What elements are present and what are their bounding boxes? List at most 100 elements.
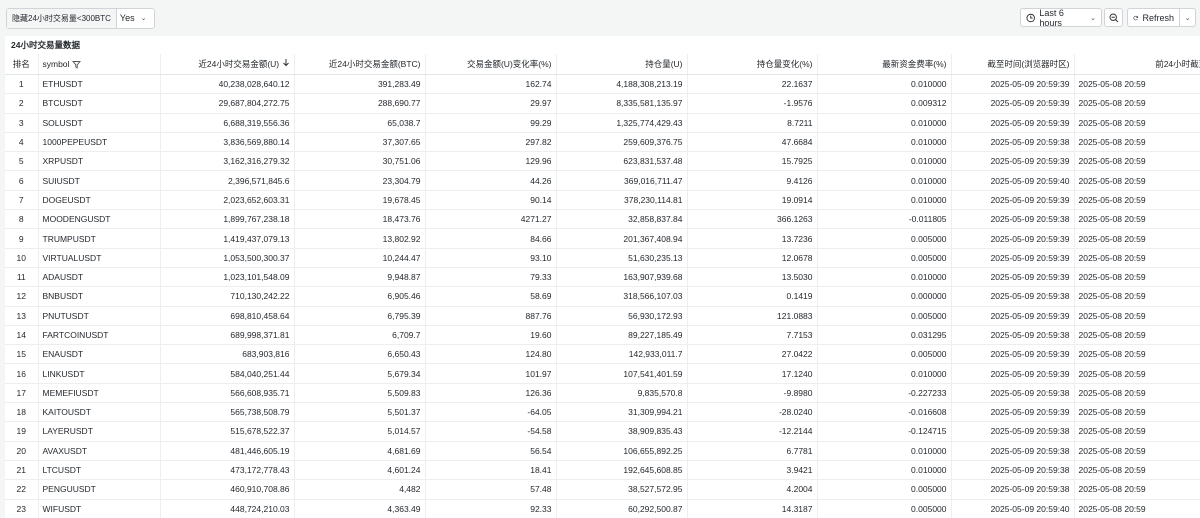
filter-value: Yes bbox=[119, 13, 135, 23]
cell-oi-change: 13.5030 bbox=[686, 267, 817, 288]
table-row[interactable]: 10 VIRTUALUSDT 1,053,500,300.37 10,244.47 93… bbox=[5, 248, 1200, 268]
cell-volume-change: 90.14 bbox=[424, 190, 556, 211]
cell-symbol: MEMEFIUSDT bbox=[37, 383, 160, 404]
col-header-open-interest[interactable]: 持仓量(U) bbox=[555, 54, 687, 75]
cell-prev-time: 2025-05-08 20:59 bbox=[1073, 363, 1200, 384]
cell-volume-btc: 30,751.06 bbox=[293, 151, 425, 172]
cell-open-interest: 60,292,500.87 bbox=[555, 499, 687, 518]
cell-volume-btc: 23,304.79 bbox=[293, 170, 425, 191]
table-row[interactable]: 1 ETHUSDT 40,238,028,640.12 391,283.49 162.7… bbox=[5, 74, 1200, 95]
cell-rank: 11 bbox=[5, 267, 38, 288]
cell-prev-time: 2025-05-08 20:59 bbox=[1073, 74, 1200, 95]
cell-rank: 12 bbox=[5, 286, 38, 307]
cell-symbol: MOODENGUSDT bbox=[37, 209, 160, 230]
table-row[interactable]: 19 LAYERUSDT 515,678,522.37 5,014.57 -54.58 3… bbox=[5, 421, 1200, 442]
cell-rank: 7 bbox=[5, 190, 38, 211]
cell-as-of-time: 2025-05-09 20:59:39 bbox=[950, 306, 1074, 326]
cell-oi-change: 19.0914 bbox=[686, 190, 817, 211]
cell-volume-btc: 4,363.49 bbox=[293, 499, 425, 518]
cell-funding-rate: 0.031295 bbox=[816, 325, 951, 346]
table-row[interactable]: 13 PNUTUSDT 698,810,458.64 6,795.39 887.76 56… bbox=[5, 306, 1200, 326]
chevron-down-icon: ⌄ bbox=[1184, 14, 1191, 22]
cell-volume-change: 101.97 bbox=[424, 363, 556, 384]
cell-volume-usdt: 2,396,571,845.6 bbox=[159, 170, 294, 191]
cell-symbol: PENGUUSDT bbox=[37, 479, 160, 500]
table-row[interactable]: 21 LTCUSDT 473,172,778.43 4,601.24 18.41 192,… bbox=[5, 460, 1200, 481]
cell-volume-btc: 6,795.39 bbox=[293, 306, 425, 326]
table-row[interactable]: 18 KAITOUSDT 565,738,508.79 5,501.37 -64.05 3… bbox=[5, 402, 1200, 423]
table-body: 1 ETHUSDT 40,238,028,640.12 391,283.49 162.7… bbox=[5, 74, 1200, 518]
table-row[interactable]: 15 ENAUSDT 683,903,816 6,650.43 124.80 142,93… bbox=[5, 344, 1200, 365]
cell-open-interest: 142,933,011.7 bbox=[555, 344, 687, 365]
cell-symbol: LAYERUSDT bbox=[37, 421, 160, 442]
cell-volume-usdt: 683,903,816 bbox=[159, 344, 294, 365]
cell-oi-change: 12.0678 bbox=[686, 248, 817, 268]
col-header-volume-usdt[interactable]: 近24小时交易金额(U) bbox=[159, 54, 294, 75]
cell-as-of-time: 2025-05-09 20:59:39 bbox=[950, 228, 1074, 249]
cell-volume-btc: 5,509.83 bbox=[293, 383, 425, 404]
cell-prev-time: 2025-05-08 20:59 bbox=[1073, 306, 1200, 326]
col-header-oi-change[interactable]: 持仓量变化(%) bbox=[686, 54, 817, 75]
cell-prev-time: 2025-05-08 20:59 bbox=[1073, 228, 1200, 249]
col-header-volume-btc[interactable]: 近24小时交易金额(BTC) bbox=[293, 54, 425, 75]
cell-volume-usdt: 3,162,316,279.32 bbox=[159, 151, 294, 172]
cell-volume-btc: 288,690.77 bbox=[293, 93, 425, 114]
cell-symbol: VIRTUALUSDT bbox=[37, 248, 160, 268]
cell-prev-time: 2025-05-08 20:59 bbox=[1073, 421, 1200, 442]
table-row[interactable]: 9 TRUMPUSDT 1,419,437,079.13 13,802.92 84.66… bbox=[5, 228, 1200, 249]
table-row[interactable]: 16 LINKUSDT 584,040,251.44 5,679.34 101.97 10… bbox=[5, 363, 1200, 384]
table-row[interactable]: 22 PENGUUSDT 460,910,708.86 4,482 57.48 38,52… bbox=[5, 479, 1200, 500]
cell-prev-time: 2025-05-08 20:59 bbox=[1073, 190, 1200, 211]
table-row[interactable]: 20 AVAXUSDT 481,446,605.19 4,681.69 56.54 106… bbox=[5, 441, 1200, 461]
table-row[interactable]: 23 WIFUSDT 448,724,210.03 4,363.49 92.33 60,2… bbox=[5, 499, 1200, 518]
cell-volume-btc: 18,473.76 bbox=[293, 209, 425, 230]
time-range-picker[interactable]: Last 6 hours ⌄ bbox=[1020, 8, 1102, 28]
table-row[interactable]: 6 SUIUSDT 2,396,571,845.6 23,304.79 44.26 369… bbox=[5, 170, 1200, 191]
cell-as-of-time: 2025-05-09 20:59:38 bbox=[950, 441, 1074, 461]
col-header-funding-rate[interactable]: 最新资金费率(%) bbox=[816, 54, 951, 75]
table-row[interactable]: 11 ADAUSDT 1,023,101,548.09 9,948.87 79.33 16… bbox=[5, 267, 1200, 288]
filter-select[interactable]: Yes ⌄ bbox=[117, 9, 155, 28]
volume-filter-variable[interactable]: 隐藏24小时交易量<300BTC Yes ⌄ bbox=[6, 8, 156, 29]
cell-volume-btc: 4,601.24 bbox=[293, 460, 425, 481]
funnel-icon[interactable] bbox=[72, 60, 82, 69]
cell-funding-rate: 0.010000 bbox=[816, 132, 951, 153]
cell-oi-change: 4.2004 bbox=[686, 479, 817, 500]
cell-oi-change: 3.9421 bbox=[686, 460, 817, 481]
col-header-rank[interactable]: 排名 bbox=[5, 54, 38, 75]
cell-as-of-time: 2025-05-09 20:59:39 bbox=[950, 267, 1074, 288]
cell-oi-change: 366.1263 bbox=[686, 209, 817, 230]
col-header-symbol[interactable]: symbol bbox=[37, 54, 160, 75]
col-header-prev-time[interactable]: 前24小时截至时间(浏览器时 bbox=[1073, 54, 1200, 75]
table-row[interactable]: 8 MOODENGUSDT 1,899,767,238.18 18,473.76 427… bbox=[5, 209, 1200, 230]
cell-oi-change: 13.7236 bbox=[686, 228, 817, 249]
refresh-interval-dropdown[interactable]: ⌄ bbox=[1179, 8, 1196, 27]
table-row[interactable]: 14 FARTCOINUSDT 689,998,371.81 6,709.7 19.60… bbox=[5, 325, 1200, 346]
col-header-volume-change[interactable]: 交易金额(U)变化率(%) bbox=[424, 54, 556, 75]
cell-oi-change: 8.7211 bbox=[686, 113, 817, 133]
table-row[interactable]: 5 XRPUSDT 3,162,316,279.32 30,751.06 129.96 6… bbox=[5, 151, 1200, 172]
cell-volume-change: -64.05 bbox=[424, 402, 556, 423]
table-row[interactable]: 4 1000PEPEUSDT 3,836,569,880.14 37,307.65 29… bbox=[5, 132, 1200, 153]
cell-as-of-time: 2025-05-09 20:59:39 bbox=[950, 402, 1074, 423]
cell-rank: 14 bbox=[5, 325, 38, 346]
table-row[interactable]: 3 SOLUSDT 6,688,319,556.36 65,038.7 99.29 1,3… bbox=[5, 113, 1200, 133]
cell-symbol: BNBUSDT bbox=[37, 286, 160, 307]
cell-volume-change: 129.96 bbox=[424, 151, 556, 172]
table-row[interactable]: 12 BNBUSDT 710,130,242.22 6,905.46 58.69 318,… bbox=[5, 286, 1200, 307]
table-row[interactable]: 7 DOGEUSDT 2,023,652,603.31 19,678.45 90.14 3… bbox=[5, 190, 1200, 211]
cell-volume-usdt: 481,446,605.19 bbox=[159, 441, 294, 461]
cell-prev-time: 2025-05-08 20:59 bbox=[1073, 325, 1200, 346]
cell-funding-rate: 0.005000 bbox=[816, 228, 951, 249]
refresh-button[interactable]: Refresh bbox=[1127, 8, 1179, 27]
cell-symbol: FARTCOINUSDT bbox=[37, 325, 160, 346]
cell-open-interest: 623,831,537.48 bbox=[555, 151, 687, 172]
col-header-as-of-time[interactable]: 截至时间(浏览器时区) bbox=[950, 54, 1074, 75]
cell-volume-btc: 65,038.7 bbox=[293, 113, 425, 133]
cell-volume-usdt: 710,130,242.22 bbox=[159, 286, 294, 307]
table-row[interactable]: 2 BTCUSDT 29,687,804,272.75 288,690.77 29.97… bbox=[5, 93, 1200, 114]
table-row[interactable]: 17 MEMEFIUSDT 566,608,935.71 5,509.83 126.36… bbox=[5, 383, 1200, 404]
cell-as-of-time: 2025-05-09 20:59:38 bbox=[950, 421, 1074, 442]
cell-volume-usdt: 1,023,101,548.09 bbox=[159, 267, 294, 288]
zoom-out-button[interactable] bbox=[1104, 8, 1123, 27]
